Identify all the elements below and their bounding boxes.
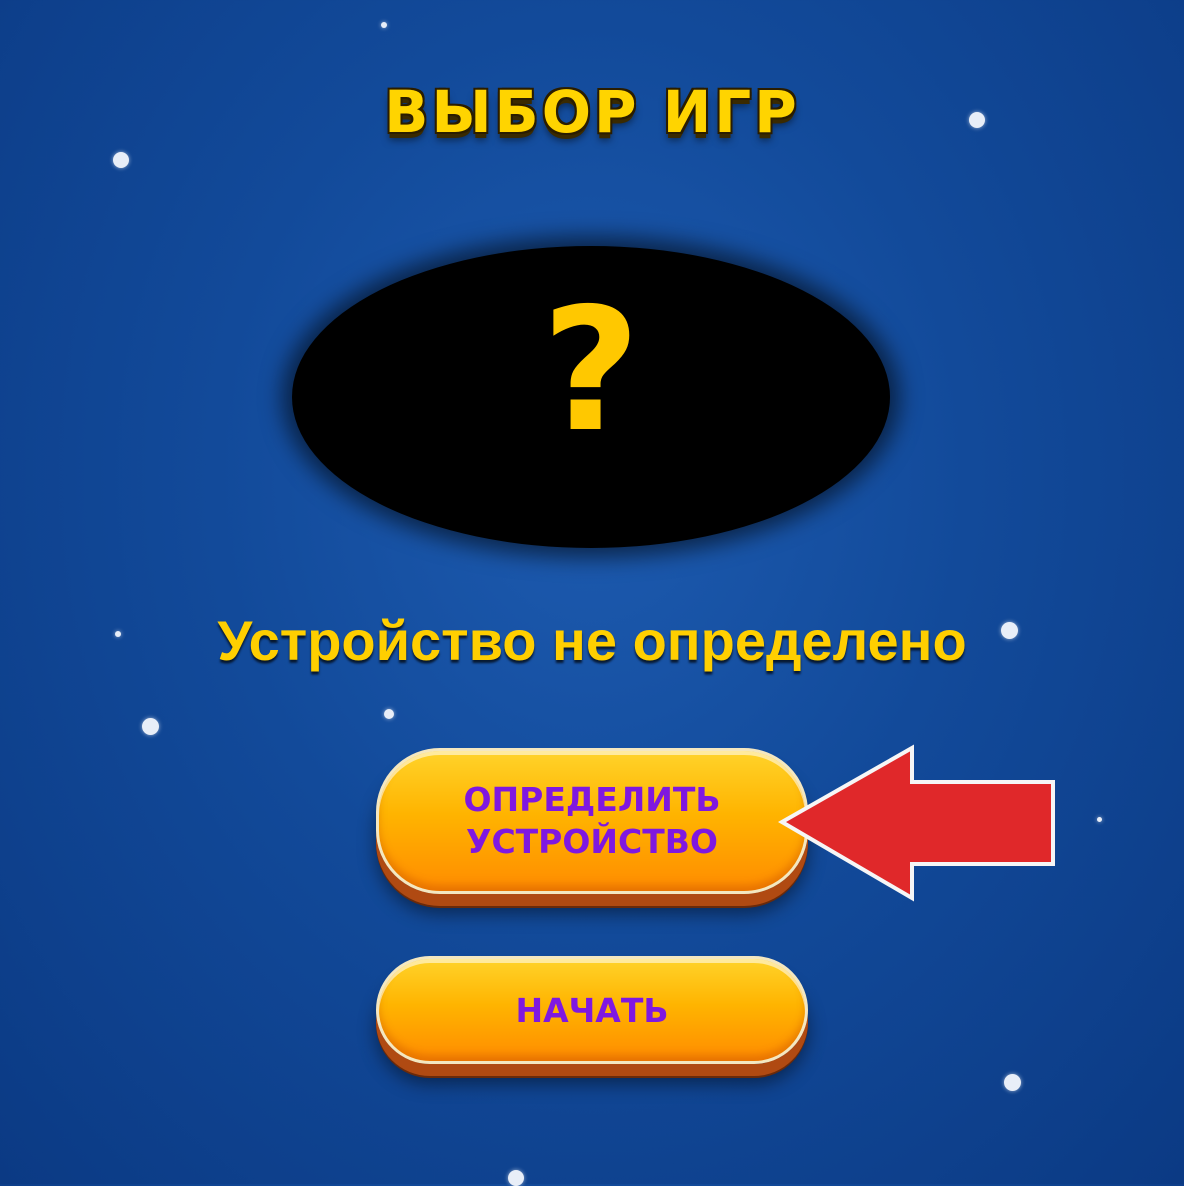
star-decoration xyxy=(384,709,394,719)
star-decoration xyxy=(381,22,387,28)
detect-device-button[interactable]: ОПРЕДЕЛИТЬ УСТРОЙСТВО xyxy=(376,748,808,894)
page-title: ВЫБОР ИГР xyxy=(384,78,800,146)
start-button[interactable]: НАЧАТЬ xyxy=(376,956,808,1064)
star-decoration xyxy=(1097,817,1102,822)
game-preview-placeholder: ? xyxy=(292,246,890,548)
star-decoration xyxy=(113,152,129,168)
start-button-label: НАЧАТЬ xyxy=(515,990,669,1030)
star-decoration xyxy=(1004,1074,1021,1091)
detect-device-label-line2: УСТРОЙСТВО xyxy=(466,822,718,861)
pointer-arrow-icon xyxy=(777,744,1055,902)
question-mark-icon: ? xyxy=(541,272,641,470)
detect-device-button-label: ОПРЕДЕЛИТЬ УСТРОЙСТВО xyxy=(463,779,720,863)
star-decoration xyxy=(142,718,159,735)
detect-device-label-line1: ОПРЕДЕЛИТЬ xyxy=(463,780,721,819)
device-status-text: Устройство не определено xyxy=(217,609,967,672)
